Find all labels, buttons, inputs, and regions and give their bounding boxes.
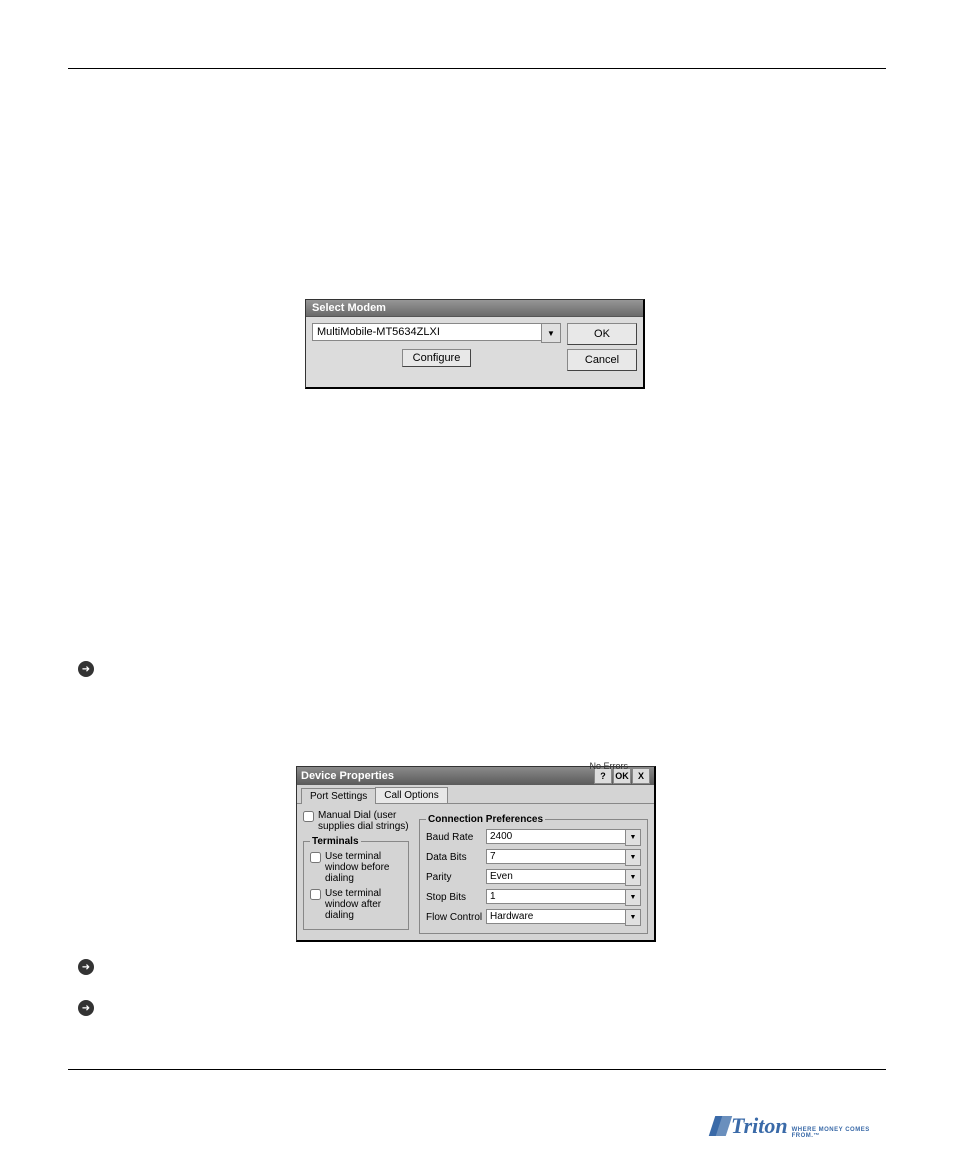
connection-preferences-legend: Connection Preferences <box>426 814 545 825</box>
arrow-right-icon: ➜ <box>78 661 94 677</box>
arrow-right-icon: ➜ <box>78 1000 94 1016</box>
terminals-fieldset: Terminals Use terminal window before dia… <box>303 836 409 930</box>
chevron-down-icon[interactable]: ▼ <box>625 869 641 886</box>
arrow-right-icon: ➜ <box>78 959 94 975</box>
chevron-down-icon[interactable]: ▼ <box>625 909 641 926</box>
data-bits-row: Data Bits ▼ <box>426 849 641 866</box>
modem-dropdown-value[interactable] <box>312 323 541 341</box>
stop-bits-value[interactable] <box>486 889 625 904</box>
close-button[interactable]: X <box>632 768 650 784</box>
document-page: Select Modem ▼ Configure OK Cancel <box>0 0 954 1159</box>
baud-rate-dropdown[interactable]: ▼ <box>486 829 641 846</box>
terminal-after-checkbox[interactable] <box>310 889 321 900</box>
stop-bits-row: Stop Bits ▼ <box>426 889 641 906</box>
status-hint: No Errors <box>589 761 628 771</box>
modem-dropdown[interactable]: ▼ <box>312 323 561 343</box>
select-modem-titlebar: Select Modem <box>306 300 643 317</box>
chevron-down-icon[interactable]: ▼ <box>625 829 641 846</box>
baud-rate-row: Baud Rate ▼ <box>426 829 641 846</box>
terminal-after-row[interactable]: Use terminal window after dialing <box>310 888 402 921</box>
device-properties-dialog: Device Properties ? OK X Port Settings C… <box>296 766 656 942</box>
brand-tagline: WHERE MONEY COMES FROM.™ <box>792 1127 882 1139</box>
page-content: Select Modem ▼ Configure OK Cancel <box>68 69 886 1069</box>
parity-label: Parity <box>426 872 486 883</box>
bullet-item: ➜ <box>78 959 94 975</box>
terminal-before-label: Use terminal window before dialing <box>325 851 402 884</box>
flow-control-dropdown[interactable]: ▼ <box>486 909 641 926</box>
tab-port-settings[interactable]: Port Settings <box>301 788 376 804</box>
brand-name: Triton <box>731 1115 788 1137</box>
bullet-item: ➜ <box>78 1000 94 1016</box>
configure-button[interactable]: Configure <box>402 349 472 367</box>
flow-control-value[interactable] <box>486 909 625 924</box>
cancel-button[interactable]: Cancel <box>567 349 637 371</box>
parity-value[interactable] <box>486 869 625 884</box>
brand-logo: Triton WHERE MONEY COMES FROM.™ <box>712 1111 882 1141</box>
manual-dial-checkbox[interactable] <box>303 811 314 822</box>
bottom-divider <box>68 1069 886 1070</box>
terminal-after-label: Use terminal window after dialing <box>325 888 402 921</box>
data-bits-value[interactable] <box>486 849 625 864</box>
triton-flag-icon <box>712 1116 727 1136</box>
chevron-down-icon[interactable]: ▼ <box>625 849 641 866</box>
flow-control-row: Flow Control ▼ <box>426 909 641 926</box>
terminal-before-checkbox[interactable] <box>310 852 321 863</box>
manual-dial-row[interactable]: Manual Dial (user supplies dial strings) <box>303 810 409 832</box>
stop-bits-dropdown[interactable]: ▼ <box>486 889 641 906</box>
select-modem-dialog: Select Modem ▼ Configure OK Cancel <box>305 299 645 389</box>
tab-call-options[interactable]: Call Options <box>375 787 447 803</box>
bullet-item: ➜ <box>78 661 94 677</box>
device-properties-wrapper: No Errors Device Properties ? OK X Port … <box>296 766 656 942</box>
data-bits-label: Data Bits <box>426 852 486 863</box>
flow-control-label: Flow Control <box>426 912 486 923</box>
tab-bar: Port Settings Call Options <box>297 785 654 803</box>
baud-rate-value[interactable] <box>486 829 625 844</box>
stop-bits-label: Stop Bits <box>426 892 486 903</box>
chevron-down-icon[interactable]: ▼ <box>625 889 641 906</box>
terminal-before-row[interactable]: Use terminal window before dialing <box>310 851 402 884</box>
parity-row: Parity ▼ <box>426 869 641 886</box>
parity-dropdown[interactable]: ▼ <box>486 869 641 886</box>
terminals-legend: Terminals <box>310 836 361 847</box>
manual-dial-label: Manual Dial (user supplies dial strings) <box>318 810 409 832</box>
chevron-down-icon[interactable]: ▼ <box>541 323 561 343</box>
device-properties-title: Device Properties <box>301 770 394 782</box>
data-bits-dropdown[interactable]: ▼ <box>486 849 641 866</box>
ok-button[interactable]: OK <box>567 323 637 345</box>
connection-preferences-fieldset: Connection Preferences Baud Rate ▼ Data … <box>419 814 648 934</box>
baud-rate-label: Baud Rate <box>426 832 486 843</box>
